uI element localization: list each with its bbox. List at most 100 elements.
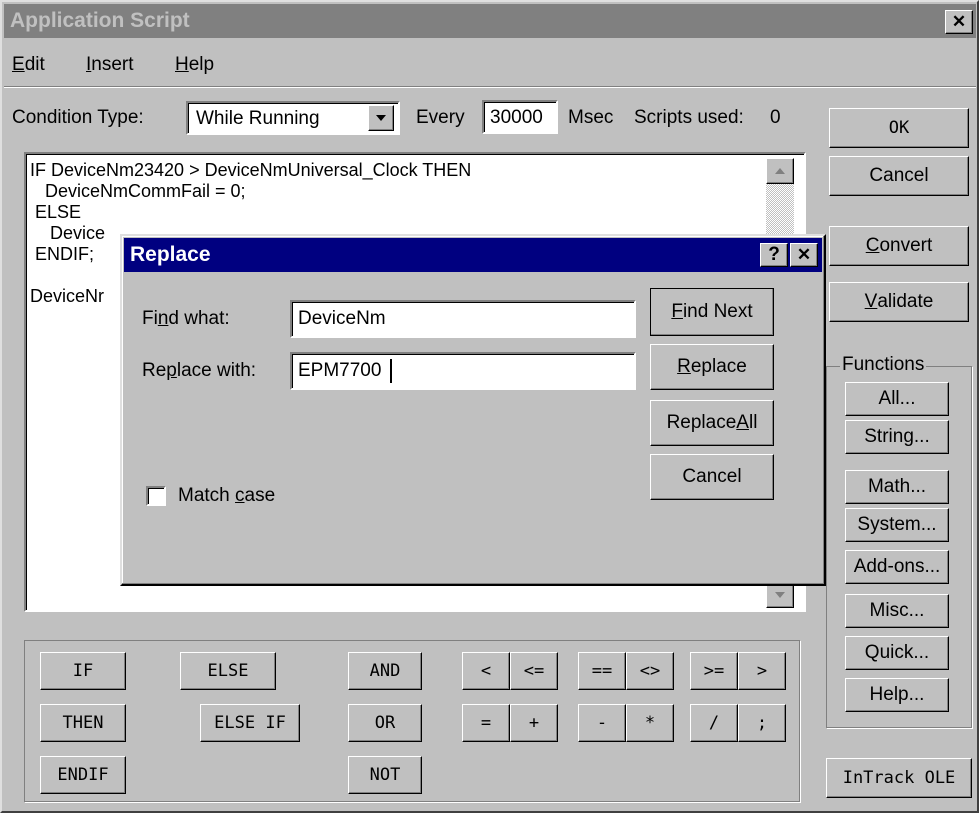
script-line: DeviceNmCommFail = 0; (30, 181, 246, 201)
find-next-label: ind Next (682, 301, 753, 322)
find-next-button[interactable]: Find Next (650, 288, 774, 336)
menu-edit-label: dit (24, 54, 45, 75)
menu-edit[interactable]: Edit (12, 54, 45, 76)
op-label: <= (523, 661, 545, 681)
function-label: Add-ons... (853, 556, 941, 577)
replace-key: R (677, 356, 691, 377)
window-title: Application Script (10, 9, 190, 32)
arrow-up-icon (775, 168, 785, 174)
function-label: Math... (867, 476, 927, 497)
functions-label: Functions (840, 354, 927, 376)
function-label: System... (857, 514, 937, 535)
cancel-button[interactable]: Cancel (829, 156, 969, 196)
scripts-used-label: Scripts used: (634, 107, 744, 128)
replace-with-value: EPM7700 (298, 360, 382, 381)
replace-with-input[interactable]: EPM7700 (290, 352, 636, 390)
intrack-ole-label: InTrack OLE (842, 768, 956, 788)
op-label: <> (639, 661, 661, 681)
and-label: AND (369, 661, 401, 681)
every-input[interactable]: 30000 (482, 100, 558, 134)
validate-key: V (864, 291, 878, 312)
find-label-key: n (157, 308, 169, 329)
function-addons-button[interactable]: Add-ons... (845, 550, 949, 584)
if-label: IF (72, 661, 94, 681)
if-button[interactable]: IF (40, 652, 126, 690)
function-all-button[interactable]: All... (845, 382, 949, 416)
function-quick-button[interactable]: Quick... (845, 636, 949, 670)
replace-all-pre: Replace (666, 412, 737, 433)
or-label: OR (374, 713, 396, 733)
op-plus-button[interactable]: + (510, 704, 558, 742)
not-button[interactable]: NOT (348, 756, 422, 794)
replace-dialog: Replace ? ✕ Find what: DeviceNm Replace … (120, 234, 826, 586)
window-close-button[interactable]: ✕ (945, 10, 973, 34)
and-button[interactable]: AND (348, 652, 422, 690)
op-semicolon-button[interactable]: ; (738, 704, 786, 742)
op-multiply-button[interactable]: * (626, 704, 674, 742)
condition-type-select[interactable]: While Running (186, 101, 400, 135)
find-label-post: d what: (168, 308, 230, 329)
function-math-button[interactable]: Math... (845, 470, 949, 504)
validate-button[interactable]: Validate (829, 282, 969, 322)
else-if-button[interactable]: ELSE IF (200, 704, 300, 742)
op-less-button[interactable]: < (462, 652, 510, 690)
then-button[interactable]: THEN (40, 704, 126, 742)
else-button[interactable]: ELSE (180, 652, 276, 690)
match-case-pre: Match (178, 485, 236, 506)
cancel-label: Cancel (869, 165, 929, 186)
replace-label: eplace (690, 356, 747, 377)
replace-cancel-button[interactable]: Cancel (650, 454, 774, 500)
op-label: + (528, 713, 540, 733)
menu-separator (4, 86, 976, 88)
op-less-equal-button[interactable]: <= (510, 652, 558, 690)
function-string-button[interactable]: String... (845, 420, 949, 454)
match-case-checkbox[interactable] (146, 486, 166, 506)
op-greater-button[interactable]: > (738, 652, 786, 690)
menu-help[interactable]: Help (175, 54, 214, 76)
script-line: IF DeviceNm23420 > DeviceNmUniversal_Clo… (30, 160, 472, 180)
menu-bar: Edit Insert Help (10, 54, 410, 82)
convert-key: C (865, 235, 880, 256)
else-if-label: ELSE IF (214, 713, 286, 733)
replace-cancel-label: Cancel (682, 466, 742, 487)
intrack-ole-button[interactable]: InTrack OLE (826, 758, 972, 798)
replace-help-button[interactable]: ? (760, 243, 788, 267)
op-minus-button[interactable]: - (578, 704, 626, 742)
op-label: == (591, 661, 613, 681)
replace-with-label: Replace with: (142, 360, 256, 382)
close-icon: ✕ (951, 12, 967, 31)
op-equal-equal-button[interactable]: == (578, 652, 626, 690)
op-label: ; (756, 713, 768, 733)
replace-button[interactable]: Replace (650, 344, 774, 390)
scroll-up-button[interactable] (766, 158, 794, 184)
match-case-label[interactable]: Match case (178, 485, 275, 507)
find-label-pre: Fi (142, 308, 158, 329)
ok-button[interactable]: OK (829, 108, 969, 148)
condition-type-label: Condition Type: (12, 107, 144, 128)
function-label: Help... (869, 684, 925, 705)
replace-all-button[interactable]: Replace All (650, 400, 774, 446)
window-title-bar: Application Script ✕ (4, 4, 976, 38)
or-button[interactable]: OR (348, 704, 422, 742)
function-system-button[interactable]: System... (845, 508, 949, 542)
condition-dropdown-button[interactable] (368, 105, 394, 131)
text-cursor (390, 359, 392, 383)
find-what-value: DeviceNm (298, 308, 386, 329)
not-label: NOT (369, 765, 401, 785)
convert-button[interactable]: Convert (829, 226, 969, 266)
every-value: 30000 (490, 107, 543, 128)
op-label: < (480, 661, 492, 681)
op-assign-button[interactable]: = (462, 704, 510, 742)
replace-title: Replace (130, 243, 211, 266)
menu-insert[interactable]: Insert (86, 54, 134, 76)
endif-button[interactable]: ENDIF (40, 756, 126, 794)
replace-close-button[interactable]: ✕ (790, 243, 818, 267)
find-what-label: Find what: (142, 308, 230, 330)
function-help-button[interactable]: Help... (845, 678, 949, 712)
op-greater-equal-button[interactable]: >= (690, 652, 738, 690)
find-what-input[interactable]: DeviceNm (290, 300, 636, 338)
function-misc-button[interactable]: Misc... (845, 594, 949, 628)
op-divide-button[interactable]: / (690, 704, 738, 742)
op-not-equal-button[interactable]: <> (626, 652, 674, 690)
menu-help-label: elp (188, 54, 215, 75)
